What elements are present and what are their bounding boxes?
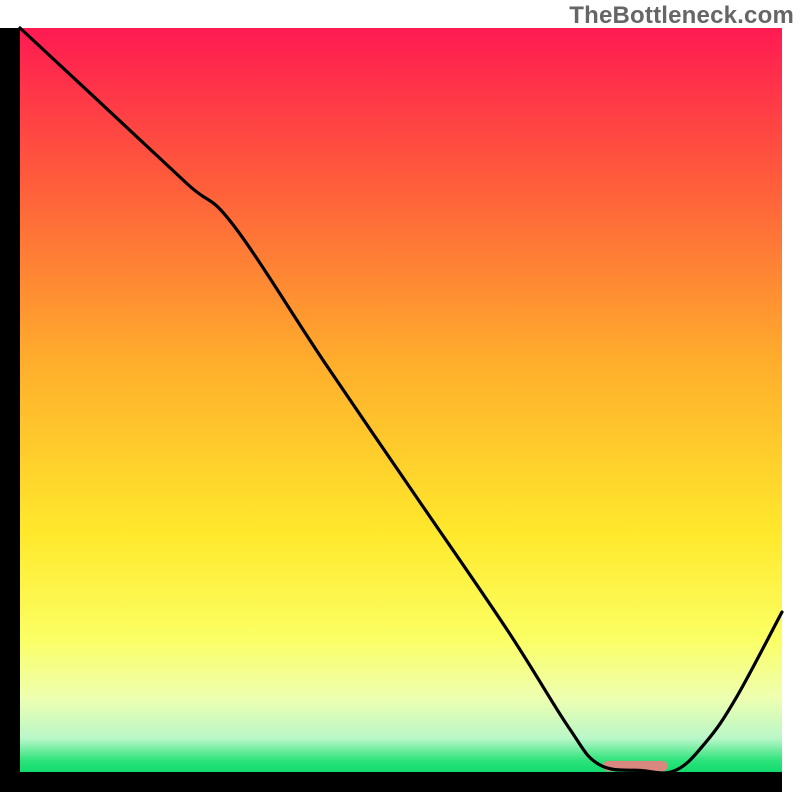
chart-container: TheBottleneck.com [0,0,800,800]
y-axis [0,28,20,792]
plot-background [20,28,782,772]
x-axis [0,772,782,792]
chart-plot [0,0,800,800]
watermark: TheBottleneck.com [569,2,794,30]
